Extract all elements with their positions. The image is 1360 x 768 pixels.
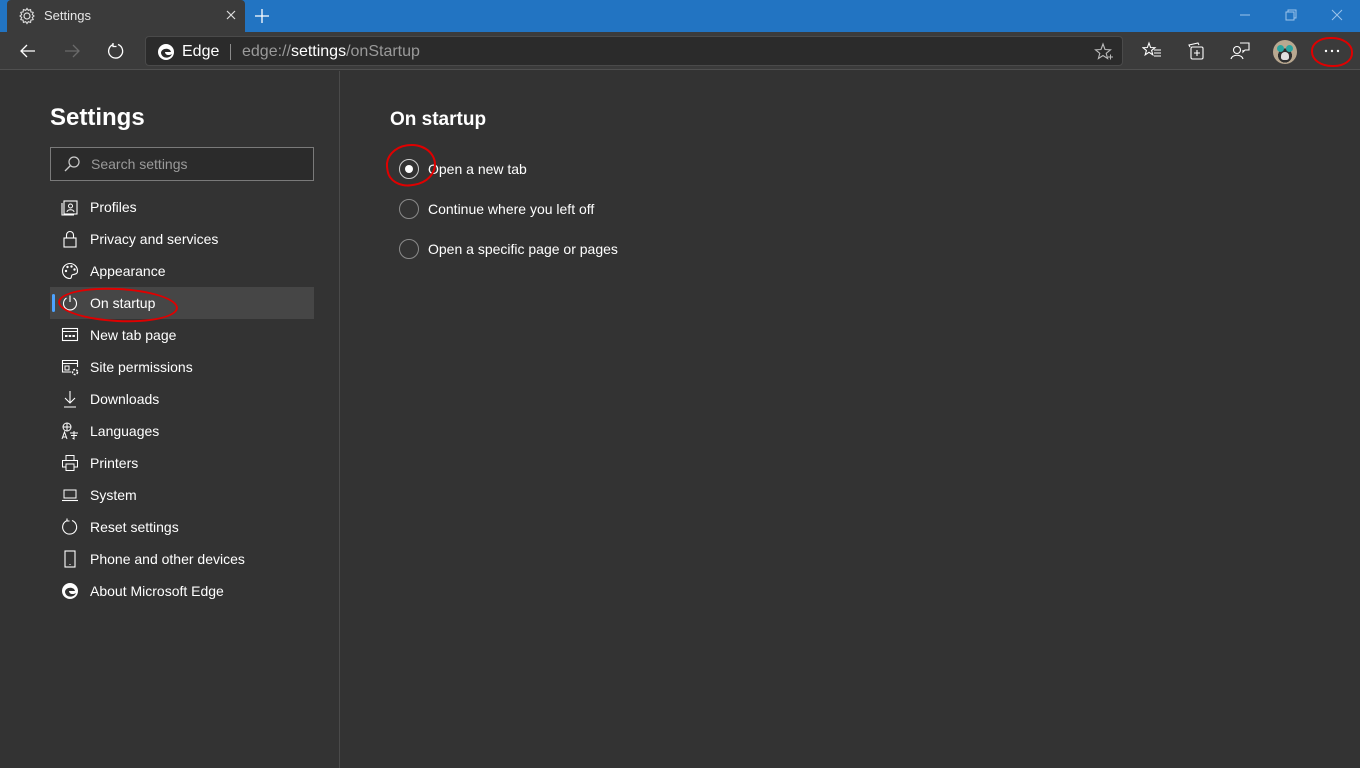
sidebar-item-label: Site permissions <box>90 359 193 375</box>
option-label: Open a specific page or pages <box>428 241 618 257</box>
site-identity: Edge <box>182 43 220 60</box>
sidebar-item-new-tab-page[interactable]: New tab page <box>50 319 314 351</box>
option-label: Open a new tab <box>428 161 527 177</box>
sidebar-item-label: New tab page <box>90 327 177 343</box>
sidebar-nav: Profiles Privacy and services Appearance… <box>50 191 314 607</box>
search-icon <box>63 155 81 173</box>
tab-settings[interactable]: Settings <box>7 0 245 32</box>
restore-button[interactable] <box>1268 0 1314 30</box>
favorites-icon[interactable] <box>1136 36 1168 66</box>
url-text[interactable]: edge://settings/onStartup <box>242 43 420 61</box>
new-tab-button[interactable] <box>252 6 272 26</box>
search-box[interactable] <box>50 147 314 181</box>
sidebar-item-label: System <box>90 487 137 503</box>
sidebar-item-label: Phone and other devices <box>90 551 245 567</box>
sidebar-title: Settings <box>50 104 145 131</box>
sidebar-item-privacy[interactable]: Privacy and services <box>50 223 314 255</box>
sidebar-item-languages[interactable]: Languages <box>50 415 314 447</box>
sidebar-item-label: Profiles <box>90 199 137 215</box>
tab-title: Settings <box>44 8 91 23</box>
edge-logo-icon <box>61 582 79 600</box>
sidebar-item-about-edge[interactable]: About Microsoft Edge <box>50 575 314 607</box>
avatar-skull <box>1281 52 1289 60</box>
address-bar[interactable]: Edge edge://settings/onStartup <box>145 36 1123 66</box>
gear-icon <box>18 7 36 25</box>
reset-icon <box>61 518 79 536</box>
sidebar-item-label: Printers <box>90 455 139 471</box>
close-window-button[interactable] <box>1314 0 1360 30</box>
sidebar-item-profiles[interactable]: Profiles <box>50 191 314 223</box>
sidebar-item-label: About Microsoft Edge <box>90 583 224 599</box>
annotation-circle-more <box>1311 37 1353 67</box>
phone-icon <box>61 550 79 568</box>
feedback-icon[interactable] <box>1224 36 1256 66</box>
avatar-eye <box>1277 45 1284 52</box>
close-tab-icon[interactable] <box>224 8 238 22</box>
sidebar-item-site-permissions[interactable]: Site permissions <box>50 351 314 383</box>
url-host: settings <box>290 43 347 60</box>
laptop-icon <box>61 486 79 504</box>
site-permissions-icon <box>61 358 79 376</box>
sidebar-item-phone-devices[interactable]: Phone and other devices <box>50 543 314 575</box>
sidebar-item-label: Appearance <box>90 263 166 279</box>
sidebar-item-label: Languages <box>90 423 160 439</box>
url-prefix: edge:// <box>242 43 291 60</box>
sidebar-item-downloads[interactable]: Downloads <box>50 383 314 415</box>
refresh-button[interactable] <box>100 36 132 66</box>
title-bar: Settings <box>0 0 1360 32</box>
sidebar-item-label: Privacy and services <box>90 231 219 247</box>
edge-logo-icon <box>157 43 175 61</box>
address-separator <box>230 44 231 60</box>
browser-toolbar: Edge edge://settings/onStartup <box>0 32 1360 70</box>
page-title: On startup <box>390 109 487 130</box>
sidebar-item-appearance[interactable]: Appearance <box>50 255 314 287</box>
option-open-specific-pages[interactable]: Open a specific page or pages <box>399 237 618 261</box>
sidebar-item-system[interactable]: System <box>50 479 314 511</box>
sidebar-item-label: Reset settings <box>90 519 179 535</box>
option-label: Continue where you left off <box>428 201 595 217</box>
avatar-eye <box>1286 45 1293 52</box>
collections-icon[interactable] <box>1180 36 1212 66</box>
settings-sidebar: Settings Profiles Privacy and services A… <box>0 71 340 768</box>
add-favorite-icon[interactable] <box>1094 42 1114 62</box>
radio-button[interactable] <box>399 199 419 219</box>
back-button[interactable] <box>12 36 44 66</box>
sidebar-item-label: Downloads <box>90 391 160 407</box>
radio-button[interactable] <box>399 239 419 259</box>
url-path: /onStartup <box>346 43 420 60</box>
new-tab-page-icon <box>61 326 79 344</box>
minimize-button[interactable] <box>1222 0 1268 30</box>
search-input[interactable] <box>91 154 306 174</box>
printer-icon <box>61 454 79 472</box>
option-continue-where-left-off[interactable]: Continue where you left off <box>399 197 594 221</box>
languages-icon <box>61 422 79 440</box>
download-icon <box>61 390 79 408</box>
forward-button[interactable] <box>56 36 88 66</box>
profiles-icon <box>61 198 79 216</box>
profile-avatar[interactable] <box>1273 40 1297 64</box>
lock-icon <box>61 230 79 248</box>
palette-icon <box>61 262 79 280</box>
sidebar-item-reset-settings[interactable]: Reset settings <box>50 511 314 543</box>
main-content: On startup Open a new tab Continue where… <box>341 71 1360 768</box>
sidebar-item-printers[interactable]: Printers <box>50 447 314 479</box>
